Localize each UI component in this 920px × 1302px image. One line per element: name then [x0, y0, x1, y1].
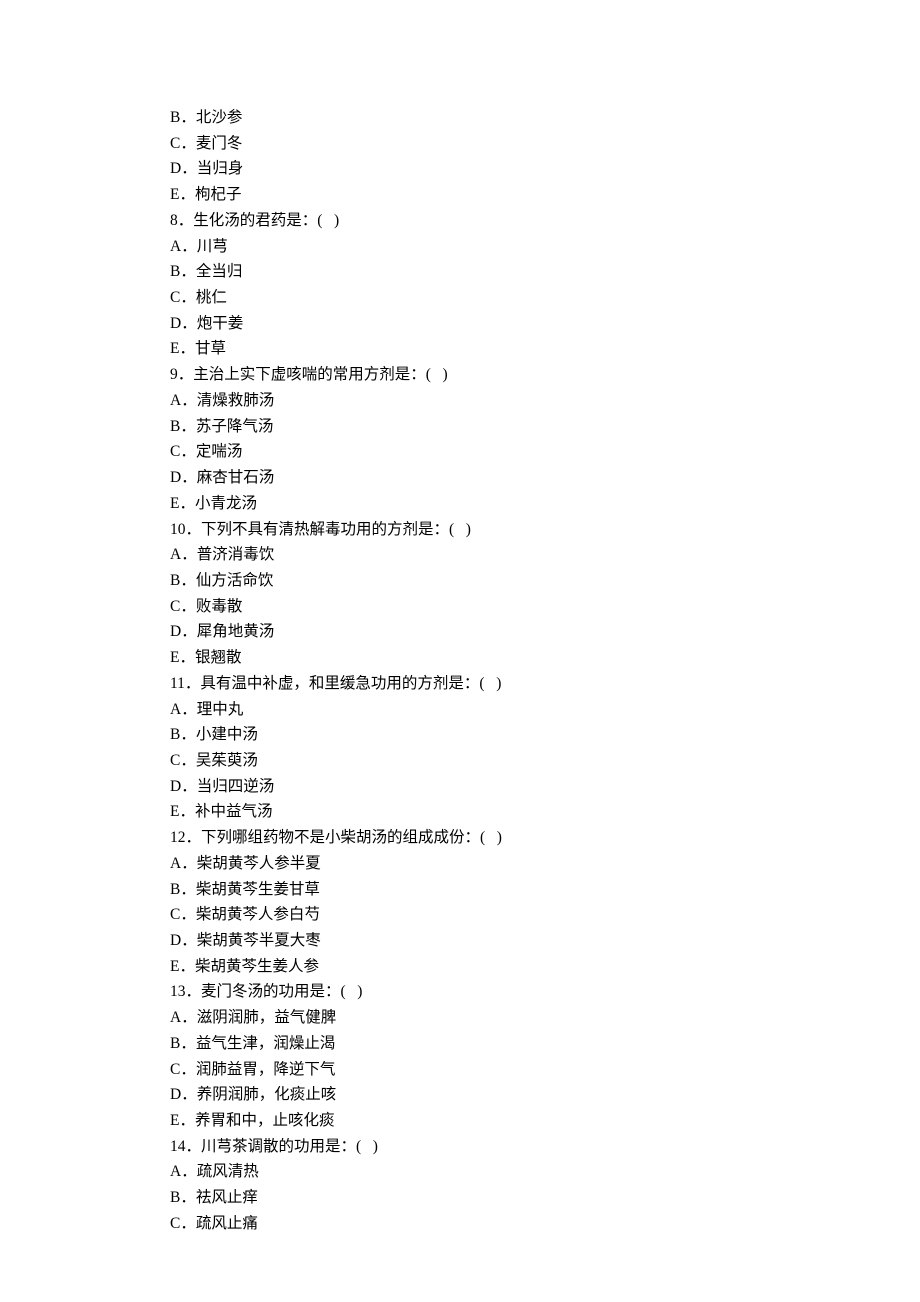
- option-text: B．祛风止痒: [170, 1185, 920, 1211]
- option-text: B．苏子降气汤: [170, 414, 920, 440]
- question-text: 12．下列哪组药物不是小柴胡汤的组成成份：( ): [170, 825, 920, 851]
- question-text: 13．麦门冬汤的功用是：( ): [170, 979, 920, 1005]
- option-text: A．清燥救肺汤: [170, 388, 920, 414]
- option-text: E．小青龙汤: [170, 491, 920, 517]
- option-text: C．定喘汤: [170, 439, 920, 465]
- option-text: B．全当归: [170, 259, 920, 285]
- option-text: B．柴胡黄芩生姜甘草: [170, 877, 920, 903]
- option-text: D．柴胡黄芩半夏大枣: [170, 928, 920, 954]
- option-text: D．犀角地黄汤: [170, 619, 920, 645]
- option-text: E．甘草: [170, 336, 920, 362]
- option-text: B．北沙参: [170, 105, 920, 131]
- option-text: C．败毒散: [170, 594, 920, 620]
- option-text: B．仙方活命饮: [170, 568, 920, 594]
- document-page: B．北沙参 C．麦门冬 D．当归身 E．枸杞子 8．生化汤的君药是：( ) A．…: [0, 0, 920, 1302]
- question-text: 11．具有温中补虚，和里缓急功用的方剂是：( ): [170, 671, 920, 697]
- option-text: A．柴胡黄芩人参半夏: [170, 851, 920, 877]
- option-text: D．当归身: [170, 156, 920, 182]
- option-text: D．炮干姜: [170, 311, 920, 337]
- option-text: E．枸杞子: [170, 182, 920, 208]
- option-text: C．润肺益胃，降逆下气: [170, 1057, 920, 1083]
- option-text: D．当归四逆汤: [170, 774, 920, 800]
- option-text: B．益气生津，润燥止渴: [170, 1031, 920, 1057]
- option-text: A．川芎: [170, 234, 920, 260]
- option-text: A．疏风清热: [170, 1159, 920, 1185]
- question-text: 14．川芎茶调散的功用是：( ): [170, 1134, 920, 1160]
- option-text: E．补中益气汤: [170, 799, 920, 825]
- option-text: E．柴胡黄芩生姜人参: [170, 954, 920, 980]
- option-text: A．滋阴润肺，益气健脾: [170, 1005, 920, 1031]
- option-text: C．疏风止痛: [170, 1211, 920, 1237]
- option-text: C．桃仁: [170, 285, 920, 311]
- option-text: D．养阴润肺，化痰止咳: [170, 1082, 920, 1108]
- option-text: E．养胃和中，止咳化痰: [170, 1108, 920, 1134]
- option-text: A．普济消毒饮: [170, 542, 920, 568]
- option-text: C．柴胡黄芩人参白芍: [170, 902, 920, 928]
- question-text: 9．主治上实下虚咳喘的常用方剂是：( ): [170, 362, 920, 388]
- option-text: A．理中丸: [170, 697, 920, 723]
- option-text: D．麻杏甘石汤: [170, 465, 920, 491]
- option-text: C．吴茱萸汤: [170, 748, 920, 774]
- option-text: C．麦门冬: [170, 131, 920, 157]
- question-text: 10．下列不具有清热解毒功用的方剂是：( ): [170, 517, 920, 543]
- option-text: E．银翘散: [170, 645, 920, 671]
- option-text: B．小建中汤: [170, 722, 920, 748]
- question-text: 8．生化汤的君药是：( ): [170, 208, 920, 234]
